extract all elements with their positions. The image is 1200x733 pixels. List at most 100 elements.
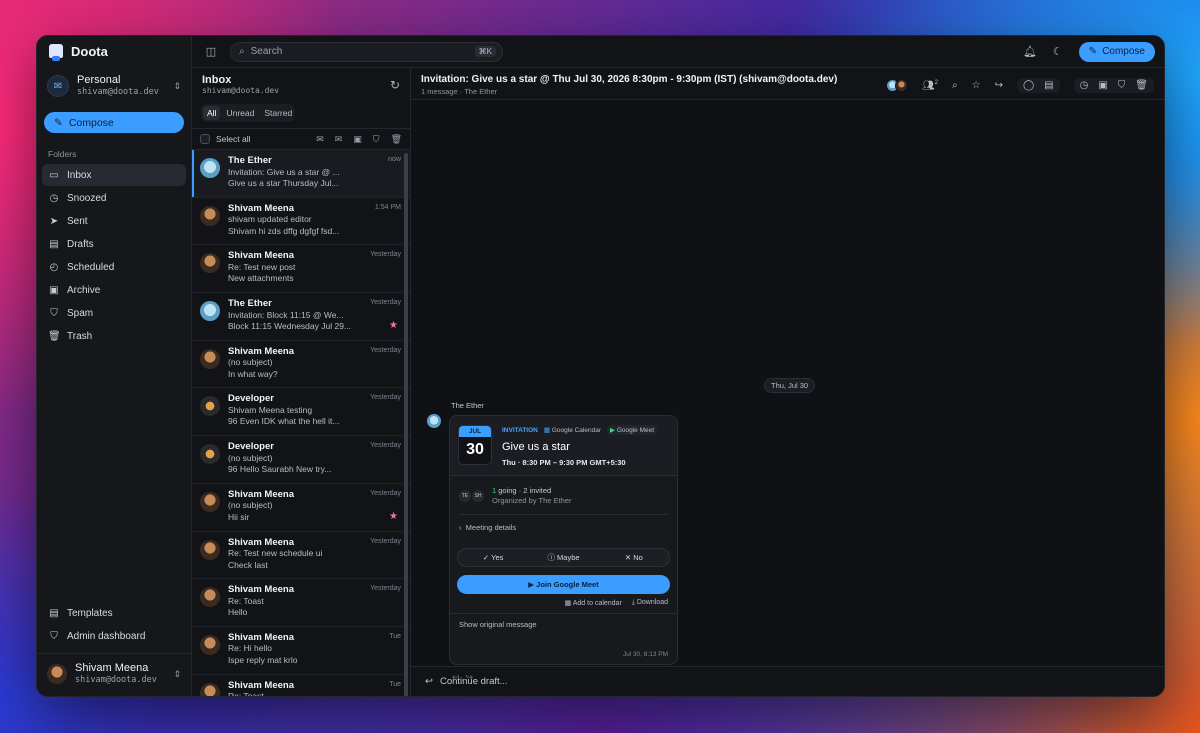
sidebar-item-templates[interactable]: ▤ Templates <box>42 602 186 624</box>
show-original-link[interactable]: Show original message <box>450 613 677 629</box>
archive-icon[interactable]: ▣ <box>353 134 362 145</box>
tab-all[interactable]: All <box>203 106 221 120</box>
sidebar-item-label: Scheduled <box>67 261 115 273</box>
sidebar-item-label: Archive <box>67 284 101 296</box>
list-item[interactable]: Developer (no subject) 96 Hello Saurabh Ne… <box>192 436 410 484</box>
alarm-icon[interactable]: ◷ <box>1080 80 1089 91</box>
forward-icon[interactable]: ↪ <box>995 80 1003 91</box>
sidebar-item-sent[interactable]: ➤ Sent <box>42 210 186 232</box>
mail-icon[interactable]: ✉ <box>335 134 343 145</box>
compose-label: Compose <box>68 116 114 129</box>
message-sender: The Ether <box>451 401 484 410</box>
star-icon[interactable]: ☆ <box>972 80 981 91</box>
sidebar-item-drafts[interactable]: ▤ Drafts <box>42 233 186 255</box>
list-item[interactable]: Shivam Meena (no subject) Hii sir Yesterday… <box>192 484 410 532</box>
list-item[interactable]: Shivam Meena shivam updated editor Shivam … <box>192 198 410 246</box>
message-time: Yesterday <box>370 442 401 450</box>
trash-icon: 🗑 <box>48 330 61 342</box>
message-preview: Give us a star Thursday Jul... <box>228 178 339 188</box>
list-item[interactable]: Shivam Meena Re: Hi hello Ispe reply mat k… <box>192 627 410 675</box>
event-title: Give us a star <box>502 441 570 453</box>
message-rows: The Ether Invitation: Give us a star @ ..… <box>192 150 410 696</box>
select-all-checkbox[interactable] <box>200 134 210 144</box>
list-item[interactable]: Shivam Meena Re: Toast Hello Yesterday <box>192 579 410 627</box>
moon-icon[interactable]: ☾ <box>1053 45 1063 58</box>
layout-icon[interactable]: ▤ <box>1044 80 1053 91</box>
search-input[interactable]: ⌕ Search ⌘K <box>230 41 503 62</box>
participant-avatars[interactable] <box>885 79 908 92</box>
rsvp-no-button[interactable]: ✕ No <box>599 549 669 566</box>
inbox-email: shivam@doota.dev <box>202 86 280 95</box>
list-item[interactable]: The Ether Invitation: Block 11:15 @ We...… <box>192 293 410 341</box>
search-icon: ⌕ <box>239 46 245 57</box>
refresh-icon[interactable]: ↻ <box>390 78 400 92</box>
search-icon[interactable]: ⌕ <box>952 80 958 91</box>
message-preview: 96 Hello Saurabh New try... <box>228 464 332 475</box>
users-icon[interactable]: 👥︎2 <box>922 80 938 91</box>
list-item[interactable]: Shivam MeenaRe: Toast Tue <box>192 675 410 696</box>
message-time: Yesterday <box>370 346 401 354</box>
attendee-initials: SH <box>472 490 484 502</box>
list-item[interactable]: The Ether Invitation: Give us a star @ ..… <box>192 150 410 198</box>
invitation-label: INVITATION <box>502 426 538 434</box>
user-menu[interactable]: Shivam Meena shivam@doota.dev ⇕ <box>37 653 191 696</box>
conversation-pane: Invitation: Give us a star @ Thu Jul 30,… <box>411 68 1164 696</box>
calendar-source: ▦ Google Calendar <box>543 427 601 434</box>
compose-button[interactable]: ✎ Compose <box>44 112 184 133</box>
sidebar-item-archive[interactable]: ▣ Archive <box>42 279 186 301</box>
message-subject: Re: Toast <box>228 691 401 696</box>
tab-unread[interactable]: Unread <box>222 106 258 120</box>
meeting-details-toggle[interactable]: › Meeting details <box>459 514 668 540</box>
video-icon: ▶ <box>610 427 615 434</box>
trash-icon[interactable]: 🗑 <box>391 134 402 145</box>
message-preview: Hello <box>228 607 248 618</box>
message-subject: Invitation: Give us a star @ ... <box>228 166 340 177</box>
message-preview: 96 Even IDK what the hell it... <box>228 416 340 427</box>
join-meet-button[interactable]: ▶ Join Google Meet <box>457 575 670 594</box>
archive-icon[interactable]: ▣ <box>1098 80 1107 91</box>
alarm-icon: ◷ <box>49 192 59 204</box>
avatar <box>200 491 220 512</box>
shield-icon[interactable]: ⛉ <box>373 134 380 145</box>
account-switcher[interactable]: ✉ Personal shivam@doota.dev ⇕ <box>37 68 191 104</box>
message-preview: Block 11:15 Wednesday Jul 29... <box>228 321 352 332</box>
conversation-subtitle: 1 message · The Ether <box>421 87 498 96</box>
sidebar-item-trash[interactable]: 🗑 Trash <box>42 325 186 347</box>
account-name: Personal <box>77 74 121 86</box>
sidebar-item-scheduled[interactable]: ◴ Scheduled <box>42 256 186 278</box>
list-item[interactable]: Shivam Meena Re: Test new post New attachm… <box>192 245 410 294</box>
shield-icon[interactable]: ⛉ <box>1118 80 1126 91</box>
message-subject: Re: Toast <box>228 595 264 606</box>
calendar-icon: ▦ <box>543 427 551 434</box>
bell-icon[interactable]: 🔔︎ <box>1023 45 1037 58</box>
attendee-initials: TE <box>459 490 471 502</box>
reply-icon[interactable]: ↩ <box>452 672 466 682</box>
scrollbar[interactable] <box>404 153 408 696</box>
star-icon[interactable]: ★ <box>389 511 398 522</box>
sidebar-item-spam[interactable]: ⛉ Spam <box>42 302 186 324</box>
folder-list: ▭ Inbox ◷ Snoozed ➤ Sent ▤ Drafts ◴ Scheduled ▣ Arc… <box>37 164 191 348</box>
list-item[interactable]: Shivam Meena (no subject) In what way? Yest… <box>192 341 410 389</box>
rsvp-maybe-button[interactable]: ⓘ Maybe <box>528 549 598 566</box>
sidebar-item-snoozed[interactable]: ◷ Snoozed <box>42 187 186 209</box>
sidebar-item-label: Trash <box>67 330 93 342</box>
rsvp-yes-button[interactable]: ✓ Yes <box>458 549 528 566</box>
list-item[interactable]: Shivam Meena Re: Test new schedule ui Chec… <box>192 532 410 580</box>
topbar: ◫ ⌕ Search ⌘K 🔔︎ ☾ ✎ Compose <box>192 36 1164 68</box>
list-item[interactable]: Developer Shivam Meena testing 96 Even IDK… <box>192 388 410 437</box>
continue-draft-bar[interactable]: ↩ Continue draft... <box>411 666 1164 696</box>
download-link[interactable]: ⤓ Download <box>632 599 668 607</box>
sidebar-toggle-icon[interactable]: ◫ <box>192 45 230 58</box>
sidebar-item-admin-dashboard[interactable]: ⛉ Admin dashboard <box>42 625 186 647</box>
tab-starred[interactable]: Starred <box>260 106 296 120</box>
chat-icon[interactable]: ◯ <box>1023 80 1034 91</box>
star-icon[interactable]: ★ <box>389 320 398 331</box>
add-to-calendar-link[interactable]: ▦ Add to calendar <box>565 599 622 607</box>
mail-open-icon[interactable]: ✉ <box>316 134 324 145</box>
compose-button-top[interactable]: ✎ Compose <box>1078 41 1155 62</box>
calendar-invite-card: JUL 30 INVITATION ▦ Google Calendar ▶ Go… <box>449 415 678 665</box>
message-subject: Re: Test new post <box>228 261 296 272</box>
trash-icon[interactable]: 🗑 <box>1135 80 1148 91</box>
sidebar-item-inbox[interactable]: ▭ Inbox <box>42 164 186 186</box>
forward-icon[interactable]: ↪ <box>466 672 480 682</box>
